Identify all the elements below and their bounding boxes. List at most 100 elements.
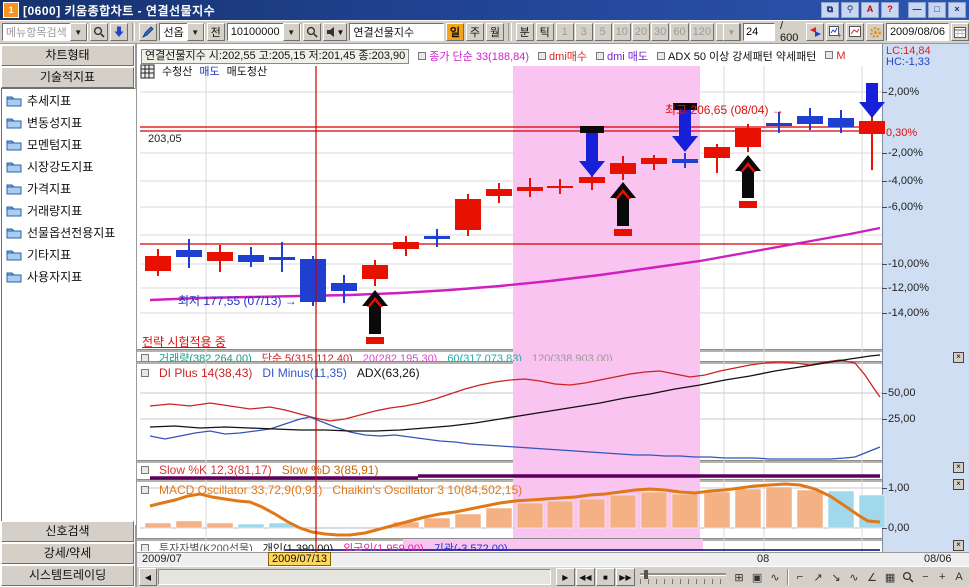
period-day-button[interactable]: 일	[446, 23, 464, 41]
sound-button[interactable]: ▼	[323, 23, 348, 41]
sidebar: 차트형태 기술적지표 추세지표변동성지표모멘텀지표시장강도지표가격지표거래량지표…	[0, 44, 137, 587]
period-minute-button[interactable]: 분	[516, 23, 534, 41]
font-size-icon[interactable]: A	[861, 2, 879, 18]
add-chart-button[interactable]: +	[826, 23, 844, 41]
interval-button-20[interactable]: 20	[632, 23, 650, 41]
blue-down-arrow-icon	[114, 26, 124, 38]
zoom-out-button[interactable]: −	[918, 569, 934, 586]
panel-close-icon[interactable]: ×	[953, 352, 964, 363]
chart-tool-icon[interactable]: ▣	[749, 569, 766, 586]
main-toolbar: 메뉴항목검색 ▼ 선옵 ▼ 전 10100000 ▼ ▼ 연결선물지	[0, 20, 969, 44]
sidebar-item-가격지표[interactable]: 가격지표	[2, 177, 135, 199]
period-month-button[interactable]: 월	[486, 23, 504, 41]
playback-button[interactable]: ◀◀	[576, 568, 595, 586]
horizontal-scrollbar[interactable]	[158, 569, 551, 585]
interval-button-5[interactable]: 5	[594, 23, 612, 41]
calendar-button[interactable]	[951, 23, 969, 41]
header-item: 거래량(382,264,00)	[159, 353, 252, 361]
compare-button[interactable]	[806, 23, 824, 41]
title-bar: 1 [0600] 키움종합차트 - 연결선물지수 ⧉ ⚲ A ? — □ ×	[0, 0, 969, 20]
interval-combo[interactable]: ▼	[716, 23, 741, 41]
close-button[interactable]: ×	[948, 2, 966, 18]
folder-icon	[6, 226, 22, 239]
chevron-down-icon[interactable]: ▼	[187, 23, 204, 41]
scroll-left-button[interactable]: ◀	[139, 568, 157, 586]
chart-tool-icon[interactable]: ∿	[846, 569, 863, 586]
edit-button[interactable]	[139, 23, 157, 41]
high-annotation: 최고 206,65 (08/04) →	[665, 101, 784, 118]
copy-window-icon[interactable]: ⧉	[821, 2, 839, 18]
panel-close-icon[interactable]: ×	[953, 462, 964, 473]
menu-search-combo[interactable]: 메뉴항목검색 ▼	[2, 23, 88, 41]
chevron-down-icon[interactable]: ▼	[283, 23, 300, 41]
sidebar-item-모멘텀지표[interactable]: 모멘텀지표	[2, 133, 135, 155]
interval-button-3[interactable]: 3	[575, 23, 593, 41]
tab-chart-type[interactable]: 차트형태	[1, 45, 134, 66]
chart-tool-icon[interactable]: ↗	[810, 569, 827, 586]
tab-tech-indicator[interactable]: 기술적지표	[1, 67, 134, 88]
header-item: 120(338,903,00)	[532, 353, 613, 361]
panel-close-icon[interactable]: ×	[953, 540, 964, 551]
playback-button[interactable]: ■	[596, 568, 615, 586]
clipped-legend: M	[836, 50, 845, 62]
interval-button-30[interactable]: 30	[651, 23, 669, 41]
code-search-button[interactable]	[303, 23, 321, 41]
sidebar-item-시장강도지표[interactable]: 시장강도지표	[2, 155, 135, 177]
sidebar-item-사용자지표[interactable]: 사용자지표	[2, 265, 135, 287]
panel-close-icon[interactable]: ×	[953, 479, 964, 490]
sidebar-item-추세지표[interactable]: 추세지표	[2, 89, 135, 111]
sidebar-button-신호검색[interactable]: 신호검색	[1, 521, 134, 542]
chart-tool-icon[interactable]: ▦	[882, 569, 899, 586]
text-tool-button[interactable]: A	[951, 569, 967, 586]
pin-icon[interactable]: ⚲	[841, 2, 859, 18]
code-combo[interactable]: 10100000 ▼	[227, 23, 301, 41]
legend-bullet	[596, 52, 604, 60]
sidebar-item-기타지표[interactable]: 기타지표	[2, 243, 135, 265]
indicator-folder-list: 추세지표변동성지표모멘텀지표시장강도지표가격지표거래량지표선물옵션전용지표기타지…	[1, 88, 136, 525]
sidebar-item-선물옵션전용지표[interactable]: 선물옵션전용지표	[2, 221, 135, 243]
playback-button[interactable]: ▶▶	[616, 568, 635, 586]
search-icon	[306, 26, 318, 38]
zoom-in-button[interactable]: +	[934, 569, 950, 586]
header-item: DI Minus(11,35)	[262, 366, 346, 380]
chevron-down-icon[interactable]: ▼	[70, 23, 87, 41]
bottom-toolbar: ◀ ▶◀◀■▶▶ ⊞▣∿⌐↗↘∿∠▦ − + A	[137, 566, 969, 587]
magnifier-icon[interactable]	[900, 569, 917, 586]
maximize-button[interactable]: □	[928, 2, 946, 18]
minimize-button[interactable]: —	[908, 2, 926, 18]
sidebar-item-거래량지표[interactable]: 거래량지표	[2, 199, 135, 221]
settings-button[interactable]	[866, 23, 884, 41]
chart-tool-icon[interactable]: ↘	[828, 569, 845, 586]
header-item: Chaikin's Oscillator 3 10(84,502,15)	[332, 483, 522, 497]
chart-plus-icon: +	[829, 26, 841, 38]
period-tick-button[interactable]: 틱	[536, 23, 554, 41]
period-week-button[interactable]: 주	[466, 23, 484, 41]
symbol-name-field[interactable]: 연결선물지수	[349, 23, 443, 41]
chart-image-button[interactable]	[846, 23, 864, 41]
chart-tool-icon[interactable]: ⊞	[731, 569, 748, 586]
header-item: Slow %K 12,3(81,17)	[159, 463, 272, 477]
chart-tool-icon[interactable]: ∿	[767, 569, 784, 586]
date-field[interactable]: 2009/08/06	[886, 23, 949, 41]
interval-button-10[interactable]: 10	[613, 23, 631, 41]
ma-legend: 종가 단순 33(188,84)	[429, 51, 529, 63]
help-icon[interactable]: ?	[881, 2, 899, 18]
market-combo[interactable]: 선옵 ▼	[159, 23, 204, 41]
search-button[interactable]	[90, 23, 108, 41]
goto-button[interactable]	[110, 23, 128, 41]
sidebar-button-강세/약세[interactable]: 강세/약세	[1, 543, 134, 564]
interval-button-120[interactable]: 120	[690, 23, 714, 41]
grid-icon[interactable]	[140, 64, 155, 79]
playback-button[interactable]: ▶	[556, 568, 575, 586]
sidebar-button-시스템트레이딩[interactable]: 시스템트레이딩	[1, 565, 134, 586]
chart-tool-icon[interactable]: ⌐	[792, 569, 809, 586]
slider-handle[interactable]	[644, 570, 648, 579]
jeon-button[interactable]: 전	[207, 23, 225, 41]
interval-button-60[interactable]: 60	[670, 23, 688, 41]
count-input[interactable]	[743, 23, 775, 41]
sidebar-item-변동성지표[interactable]: 변동성지표	[2, 111, 135, 133]
interval-button-1[interactable]: 1	[556, 23, 574, 41]
kiwoom-chart-window: 1 [0600] 키움종합차트 - 연결선물지수 ⧉ ⚲ A ? — □ × 메…	[0, 0, 969, 587]
zoom-slider[interactable]	[640, 570, 726, 584]
chart-tool-icon[interactable]: ∠	[864, 569, 881, 586]
